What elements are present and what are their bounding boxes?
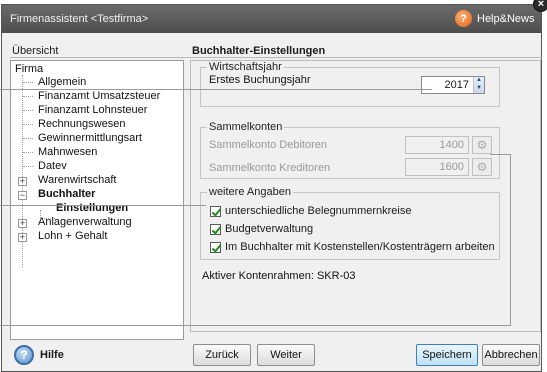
belegnummernkreise-checkbox[interactable]: unterschiedliche Belegnummernkreise — [210, 205, 411, 217]
tree-item-anlagenverwaltung[interactable]: Anlagenverwaltung — [38, 216, 132, 228]
hilfe-button[interactable]: ? Hilfe — [14, 345, 64, 365]
sammelkonto-kreditoren-field[interactable]: 1600 — [405, 158, 469, 176]
budgetverwaltung-checkbox[interactable]: Budgetverwaltung — [210, 223, 313, 235]
speichern-button[interactable]: Speichern — [416, 344, 478, 366]
expand-anlagenverwaltung-icon[interactable]: + — [18, 219, 27, 228]
callout-line — [510, 154, 511, 326]
tree-branch — [23, 138, 33, 139]
tree-item-allgemein[interactable]: Allgemein — [38, 76, 86, 88]
dialog-window: Firmenassistent <Testfirma> ? Help&News … — [1, 4, 542, 372]
tree-item-finanzamt-lohnsteuer[interactable]: Finanzamt Lohnsteuer — [38, 104, 147, 116]
callout-line — [0, 205, 206, 206]
tree-branch — [23, 166, 33, 167]
tree-item-gewinnermittlungsart[interactable]: Gewinnermittlungsart — [38, 132, 142, 144]
checkbox-checked-icon[interactable] — [210, 205, 221, 217]
tree-item-finanzamt-umsatzsteuer[interactable]: Finanzamt Umsatzsteuer — [38, 90, 160, 102]
callout-line — [0, 89, 432, 90]
close-icon[interactable]: × — [533, 0, 547, 12]
title-bar: Firmenassistent <Testfirma> ? Help&News — [2, 5, 541, 33]
question-mark-icon: ? — [455, 10, 472, 27]
sammelkonto-debitoren-label: Sammelkonto Debitoren — [209, 139, 328, 151]
spin-up-icon[interactable]: ▲ — [474, 77, 484, 85]
tree-branch — [23, 124, 33, 125]
tree-branch — [23, 152, 33, 153]
erstes-buchungsjahr-label: Erstes Buchungsjahr — [209, 74, 311, 86]
tree-branch — [23, 82, 33, 83]
tree-item-warenwirtschaft[interactable]: Warenwirtschaft — [38, 174, 116, 186]
settings-panel: Wirtschaftsjahr Erstes Buchungsjahr 2017… — [190, 60, 541, 332]
debitoren-gear-button[interactable]: ⚙ — [472, 136, 492, 154]
window-title: Firmenassistent <Testfirma> — [10, 13, 149, 25]
weitere-angaben-title: weitere Angaben — [207, 186, 293, 198]
gear-icon: ⚙ — [476, 138, 488, 152]
kostenstellen-checkbox[interactable]: Im Buchhalter mit Kostenstellen/Kostentr… — [210, 241, 495, 253]
spin-down-icon[interactable]: ▼ — [474, 85, 484, 93]
belegnummernkreise-label: unterschiedliche Belegnummernkreise — [225, 205, 412, 217]
sammelkonto-debitoren-field[interactable]: 1400 — [405, 136, 469, 154]
tree-item-rechnungswesen[interactable]: Rechnungswesen — [38, 118, 125, 130]
tree-item-mahnwesen[interactable]: Mahnwesen — [38, 146, 97, 158]
help-news-button[interactable]: ? Help&News — [455, 10, 534, 27]
tree-item-einstellungen[interactable]: Einstellungen — [56, 202, 128, 214]
zurueck-button[interactable]: Zurück — [193, 344, 251, 366]
navigation-tree[interactable]: Firma Allgemein Finanzamt Umsatzsteuer F… — [10, 60, 184, 340]
expand-lohn-gehalt-icon[interactable]: + — [18, 233, 27, 242]
erstes-buchungsjahr-value: 2017 — [444, 79, 469, 91]
tree-branch — [23, 96, 33, 97]
budgetverwaltung-label: Budgetverwaltung — [225, 223, 314, 235]
tree-item-buchhalter[interactable]: Buchhalter — [38, 188, 95, 200]
page-title: Buchhalter-Einstellungen — [192, 45, 326, 57]
weiter-button[interactable]: Weiter — [257, 344, 315, 366]
hilfe-label: Hilfe — [40, 349, 64, 361]
kreditoren-gear-button[interactable]: ⚙ — [472, 158, 492, 176]
header-divider — [10, 57, 542, 58]
kostenstellen-label: Im Buchhalter mit Kostenstellen/Kostentr… — [225, 241, 495, 253]
tree-item-datev[interactable]: Datev — [38, 160, 67, 172]
tree-root-firma[interactable]: Firma — [15, 63, 43, 75]
sammelkonto-kreditoren-label: Sammelkonto Kreditoren — [209, 162, 331, 174]
abbrechen-button[interactable]: Abbrechen — [482, 344, 540, 366]
tree-branch — [23, 110, 33, 111]
callout-line — [0, 325, 511, 326]
wirtschaftsjahr-title: Wirtschaftsjahr — [207, 61, 284, 73]
checkbox-checked-icon[interactable] — [210, 223, 221, 235]
kontenrahmen-info: Aktiver Kontenrahmen: SKR-03 — [202, 270, 356, 282]
checkbox-checked-icon[interactable] — [210, 241, 221, 253]
erstes-buchungsjahr-stepper[interactable]: 2017 ▲ ▼ — [421, 76, 485, 94]
gear-icon: ⚙ — [476, 160, 488, 174]
sammelkonto-kreditoren-value: 1600 — [439, 161, 464, 173]
question-mark-icon: ? — [14, 345, 34, 365]
sammelkonten-title: Sammelkonten — [207, 121, 285, 133]
spin-arrows[interactable]: ▲ ▼ — [473, 77, 484, 93]
help-news-label: Help&News — [477, 12, 535, 25]
overview-heading: Übersicht — [12, 45, 59, 57]
collapse-buchhalter-icon[interactable]: − — [18, 191, 27, 200]
tree-item-lohn-gehalt[interactable]: Lohn + Gehalt — [38, 230, 107, 242]
callout-line — [490, 154, 511, 155]
expand-warenwirtschaft-icon[interactable]: + — [18, 177, 27, 186]
sammelkonto-debitoren-value: 1400 — [439, 139, 464, 151]
